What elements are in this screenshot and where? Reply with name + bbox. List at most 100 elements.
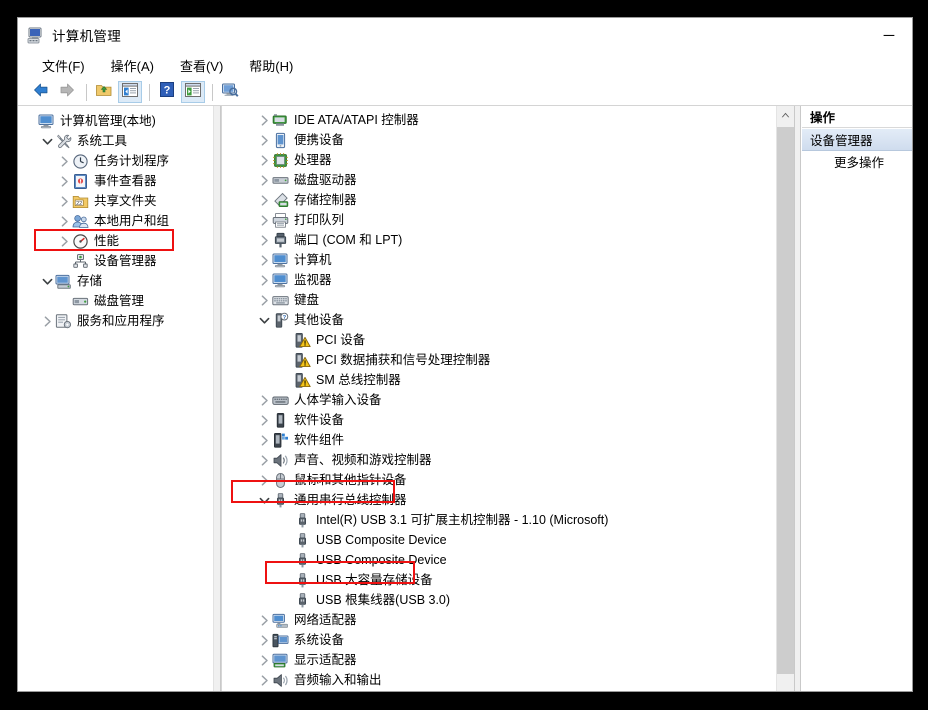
show-action-pane-button[interactable] xyxy=(181,81,205,103)
device-tree-row[interactable]: ? 其他设备 xyxy=(230,310,794,330)
chevron-right-icon[interactable] xyxy=(56,191,72,211)
chevron-right-icon[interactable] xyxy=(256,650,272,670)
chevron-right-icon[interactable] xyxy=(39,311,55,331)
device-tree-row[interactable]: 处理器 xyxy=(230,150,794,170)
device-tree-label: PCI 设备 xyxy=(316,333,366,347)
device-tree-label: 其他设备 xyxy=(294,313,345,327)
chevron-right-icon[interactable] xyxy=(256,430,272,450)
show-console-tree-button[interactable] xyxy=(118,81,142,103)
usb-icon xyxy=(294,532,311,549)
scroll-down-button[interactable] xyxy=(777,674,794,691)
device-tree-row[interactable]: 磁盘驱动器 xyxy=(230,170,794,190)
chevron-right-icon[interactable] xyxy=(256,630,272,650)
forward-button[interactable] xyxy=(55,81,79,103)
device-tree-row[interactable]: Intel(R) USB 3.1 可扩展主机控制器 - 1.10 (Micros… xyxy=(230,510,794,530)
chevron-down-icon[interactable] xyxy=(256,310,272,330)
device-tree-row[interactable]: USB Composite Device xyxy=(230,550,794,570)
console-tree-label: 存储 xyxy=(77,274,103,288)
chevron-right-icon[interactable] xyxy=(256,390,272,410)
device-tree-row[interactable]: USB 根集线器(USB 3.0) xyxy=(230,590,794,610)
device-tree-row[interactable]: 显示适配器 xyxy=(230,650,794,670)
menu-item-file[interactable]: 文件(F) xyxy=(32,53,95,78)
device-tree-row[interactable]: 便携设备 xyxy=(230,130,794,150)
device-tree-row[interactable]: 通用串行总线控制器 xyxy=(230,490,794,510)
chevron-right-icon[interactable] xyxy=(56,151,72,171)
console-tree-row[interactable]: 性能 xyxy=(18,231,213,251)
device-tree-row[interactable]: PCI 数据捕获和信号处理控制器 xyxy=(230,350,794,370)
menu-item-help[interactable]: 帮助(H) xyxy=(239,53,303,78)
chevron-right-icon[interactable] xyxy=(256,410,272,430)
pane-splitter-left[interactable] xyxy=(213,106,221,691)
back-button[interactable] xyxy=(29,81,53,103)
system-device-icon xyxy=(272,632,289,649)
chevron-down-icon[interactable] xyxy=(39,271,55,291)
pane-splitter-right[interactable] xyxy=(794,106,801,691)
console-tree-row[interactable]: 任务计划程序 xyxy=(18,151,213,171)
chevron-right-icon[interactable] xyxy=(256,150,272,170)
chevron-down-icon[interactable] xyxy=(39,131,55,151)
chevron-right-icon[interactable] xyxy=(256,210,272,230)
device-tree-row[interactable]: 打印队列 xyxy=(230,210,794,230)
chevron-right-icon[interactable] xyxy=(256,130,272,150)
menu-item-view[interactable]: 查看(V) xyxy=(170,53,233,78)
console-tree-row[interactable]: 事件查看器 xyxy=(18,171,213,191)
console-tree-row[interactable]: 本地用户和组 xyxy=(18,211,213,231)
device-tree-row[interactable]: 端口 (COM 和 LPT) xyxy=(230,230,794,250)
console-tree-row[interactable]: 磁盘管理 xyxy=(18,291,213,311)
chevron-right-icon[interactable] xyxy=(256,170,272,190)
console-tree-row[interactable]: 设备管理器 xyxy=(18,251,213,271)
device-tree-row[interactable]: IDE ATA/ATAPI 控制器 xyxy=(230,110,794,130)
device-tree-row[interactable]: SM 总线控制器 xyxy=(230,370,794,390)
chevron-right-icon[interactable] xyxy=(256,290,272,310)
chevron-right-icon[interactable] xyxy=(256,670,272,690)
device-tree-row[interactable]: 声音、视频和游戏控制器 xyxy=(230,450,794,470)
minimize-button[interactable]: ─ xyxy=(866,18,912,52)
device-tree-row[interactable]: 音频输入和输出 xyxy=(230,670,794,690)
up-folder-button[interactable] xyxy=(92,81,116,103)
actions-selected-item[interactable]: 设备管理器 xyxy=(802,128,912,151)
actions-more-actions[interactable]: 更多操作 xyxy=(802,151,912,172)
vertical-scrollbar[interactable] xyxy=(776,106,794,691)
device-tree-row[interactable]: USB Composite Device xyxy=(230,530,794,550)
usb-icon xyxy=(272,492,289,509)
device-tree-row[interactable]: 人体学输入设备 xyxy=(230,390,794,410)
chevron-right-icon[interactable] xyxy=(256,250,272,270)
console-tree-row[interactable]: 存储 xyxy=(18,271,213,291)
chevron-down-icon[interactable] xyxy=(256,490,272,510)
console-tree-row[interactable]: 22 共享文件夹 xyxy=(18,191,213,211)
console-tree-label: 磁盘管理 xyxy=(94,294,145,308)
menu-item-action[interactable]: 操作(A) xyxy=(101,53,164,78)
chevron-right-icon[interactable] xyxy=(56,171,72,191)
device-tree-row[interactable]: 存储控制器 xyxy=(230,190,794,210)
scroll-thumb[interactable] xyxy=(777,127,794,682)
chevron-right-icon[interactable] xyxy=(56,211,72,231)
chevron-right-icon[interactable] xyxy=(256,610,272,630)
chevron-right-icon[interactable] xyxy=(56,231,72,251)
device-tree-row[interactable]: 鼠标和其他指针设备 xyxy=(230,470,794,490)
usb-icon xyxy=(294,572,311,589)
console-tree-row[interactable]: 计算机管理(本地) xyxy=(18,111,213,131)
device-tree-row[interactable]: 软件组件 xyxy=(230,430,794,450)
console-tree-row[interactable]: 系统工具 xyxy=(18,131,213,151)
scroll-up-button[interactable] xyxy=(777,106,794,123)
scan-hardware-button[interactable] xyxy=(218,81,242,103)
device-tree-label: 软件组件 xyxy=(294,433,345,447)
chevron-right-icon[interactable] xyxy=(256,470,272,490)
device-tree-row[interactable]: 软件设备 xyxy=(230,410,794,430)
device-tree-row[interactable]: PCI 设备 xyxy=(230,330,794,350)
device-tree-row[interactable]: 监视器 xyxy=(230,270,794,290)
chevron-right-icon[interactable] xyxy=(256,450,272,470)
device-tree-row[interactable]: 键盘 xyxy=(230,290,794,310)
console-tree-row[interactable]: 服务和应用程序 xyxy=(18,311,213,331)
device-tree-row[interactable]: 网络适配器 xyxy=(230,610,794,630)
device-tree-row[interactable]: 计算机 xyxy=(230,250,794,270)
device-tree-label: 系统设备 xyxy=(294,633,345,647)
usb-icon xyxy=(294,512,311,529)
device-tree-row[interactable]: USB 大容量存储设备 xyxy=(230,570,794,590)
chevron-right-icon[interactable] xyxy=(256,190,272,210)
chevron-right-icon[interactable] xyxy=(256,110,272,130)
device-tree-row[interactable]: 系统设备 xyxy=(230,630,794,650)
help-button[interactable]: ? xyxy=(155,81,179,103)
chevron-right-icon[interactable] xyxy=(256,230,272,250)
chevron-right-icon[interactable] xyxy=(256,270,272,290)
